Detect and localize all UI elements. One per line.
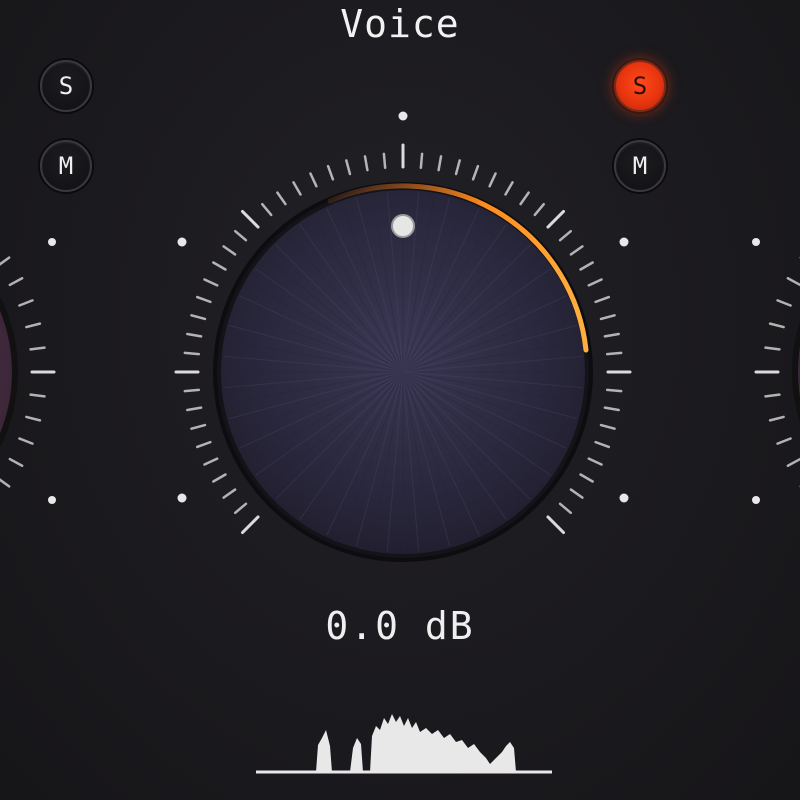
scale-tick: [345, 159, 352, 176]
scale-tick: [569, 245, 584, 256]
scale-tick: [309, 172, 318, 188]
scale-tick: [186, 406, 203, 412]
scale-tick: [195, 440, 212, 449]
scale-tick: [222, 245, 237, 256]
scale-end-dot: [177, 237, 187, 247]
scale-end-dot: [752, 238, 760, 246]
scale-tick: [533, 202, 546, 217]
scale-end-dot: [752, 496, 760, 504]
scale-tick: [240, 209, 260, 229]
scale-tick: [546, 209, 566, 229]
scale-tick: [363, 155, 369, 172]
scale-tick: [569, 488, 584, 499]
scale-tick: [0, 256, 11, 266]
scale-tick: [233, 229, 248, 242]
scale-tick: [786, 457, 800, 467]
knob-indicator-dot: [391, 214, 415, 238]
scale-tick: [190, 423, 207, 430]
scale-tick: [471, 164, 480, 181]
scale-tick: [326, 164, 335, 181]
scale-tick: [546, 515, 566, 535]
scale-tick: [605, 388, 623, 393]
scale-tick: [0, 478, 11, 488]
scale-tick: [8, 277, 24, 287]
scale-tick: [558, 502, 573, 515]
scale-end-dot: [48, 496, 56, 504]
scale-tick: [587, 278, 603, 287]
scale-tick: [186, 332, 203, 338]
scale-tick: [25, 415, 42, 422]
scale-tick: [579, 261, 594, 271]
scale-tick: [212, 473, 227, 483]
scale-tick: [764, 346, 781, 351]
scale-tick: [292, 181, 302, 196]
scale-tick: [419, 152, 424, 170]
scale-tick: [454, 159, 461, 176]
knob-area: [0, 111, 800, 562]
scale-tick: [776, 299, 792, 307]
scale-end-dot: [177, 493, 187, 503]
scale-tick: [764, 393, 781, 398]
scale-tick: [504, 181, 514, 196]
scale-tick: [18, 299, 34, 307]
scale-tick: [488, 172, 497, 188]
scale-tick: [222, 488, 237, 499]
scale-tick: [212, 261, 227, 271]
scale-tick: [276, 191, 287, 206]
scale-tick: [579, 473, 594, 483]
gain-knob[interactable]: [213, 182, 593, 562]
scale-tick: [183, 388, 201, 393]
scale-tick: [594, 295, 611, 304]
scale-tick: [260, 202, 273, 217]
scale-end-dot: [398, 111, 408, 121]
left-neighbor-knob[interactable]: [0, 207, 18, 537]
scale-tick: [605, 351, 623, 356]
scale-tick: [8, 457, 24, 467]
scale-tick: [768, 415, 785, 422]
scale-tick: [594, 440, 611, 449]
scale-tick: [203, 278, 219, 287]
scale-tick: [768, 322, 785, 329]
scale-end-dot: [619, 493, 629, 503]
scale-tick: [776, 437, 792, 445]
scale-tick: [25, 322, 42, 329]
scale-tick: [183, 351, 201, 356]
scale-tick: [437, 155, 443, 172]
scale-tick: [558, 229, 573, 242]
scale-tick: [29, 393, 46, 398]
scale-tick: [382, 152, 387, 170]
scale-tick: [599, 423, 616, 430]
gain-readout: 0.0 dB: [325, 604, 475, 648]
scale-tick: [190, 314, 207, 321]
scale-tick: [18, 437, 34, 445]
scale-end-dot: [48, 238, 56, 246]
scale-tick: [29, 346, 46, 351]
scale-end-dot: [619, 237, 629, 247]
scale-tick: [233, 502, 248, 515]
scale-tick: [203, 457, 219, 466]
scale-tick: [603, 332, 620, 338]
scale-tick: [587, 457, 603, 466]
scale-tick: [599, 314, 616, 321]
scale-tick: [240, 515, 260, 535]
scale-tick: [786, 277, 800, 287]
scale-tick: [519, 191, 530, 206]
scale-tick: [195, 295, 212, 304]
right-neighbor-knob[interactable]: [792, 207, 800, 537]
scale-tick: [603, 406, 620, 412]
